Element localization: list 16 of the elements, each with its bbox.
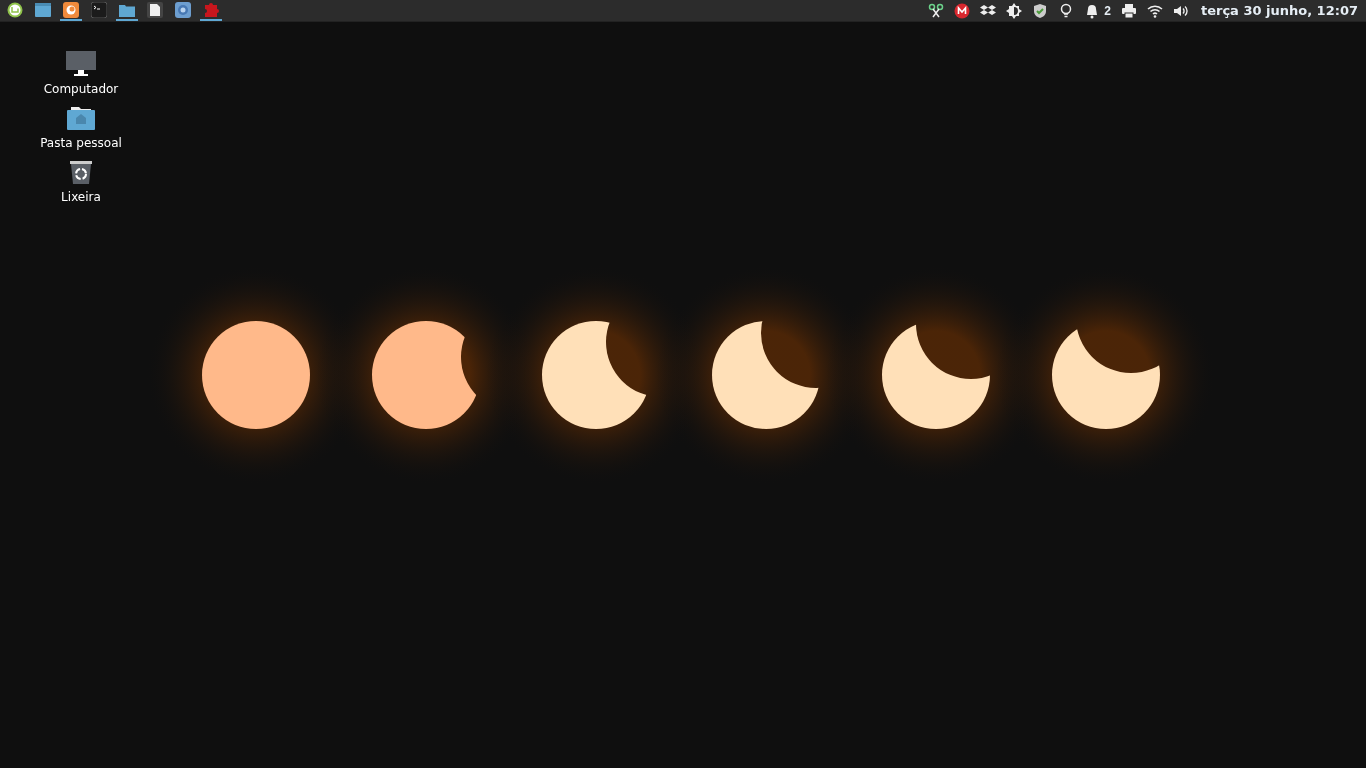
shield-icon bbox=[1032, 2, 1049, 19]
document-icon bbox=[147, 1, 163, 18]
window-icon bbox=[35, 1, 51, 18]
browser-icon bbox=[63, 1, 79, 18]
scissors-icon bbox=[928, 2, 945, 19]
puzzle-icon bbox=[203, 1, 219, 18]
clock[interactable]: terça 30 junho, 12:07 bbox=[1196, 3, 1362, 18]
menu-icon bbox=[7, 1, 23, 18]
launcher-button[interactable] bbox=[172, 0, 194, 21]
browser-icon bbox=[175, 1, 191, 18]
launcher-button[interactable] bbox=[60, 0, 82, 21]
mega-icon bbox=[954, 2, 971, 19]
launcher-button[interactable] bbox=[144, 0, 166, 21]
notification-count: 2 bbox=[1104, 3, 1111, 18]
tray-button[interactable]: 2 bbox=[1082, 0, 1113, 21]
wifi-icon bbox=[1146, 2, 1163, 19]
